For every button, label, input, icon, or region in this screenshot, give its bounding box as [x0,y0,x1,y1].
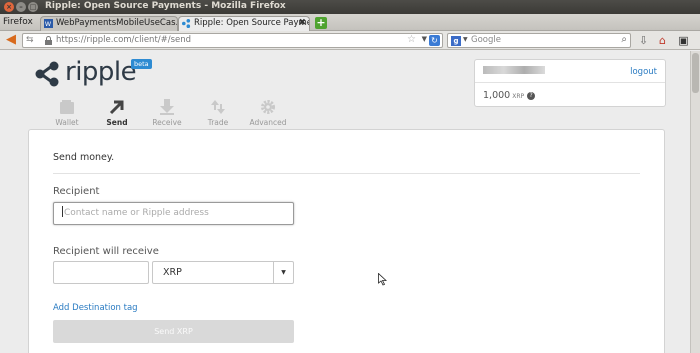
heading-divider [53,173,640,174]
w3c-icon: W [44,19,53,28]
balance-display: 1,000 XRP? [483,90,536,101]
window-close-button[interactable]: × [4,2,14,12]
tab-label: Ripple: Open Source Payments [194,18,309,28]
tab-label: WebPaymentsMobileUseCas... [56,18,178,28]
browser-nav-bar: ◀ ⇆ https://ripple.com/client/#/send ☆ ▼… [0,31,700,50]
ripple-icon [182,19,191,28]
bookmark-star-icon[interactable]: ☆ [407,34,416,45]
home-icon[interactable]: ⌂ [655,33,670,48]
balance-amount: 1,000 [483,90,511,101]
page-content: ripple beta Wallet Send Receive Trade Ad… [0,51,700,353]
help-icon[interactable]: ? [527,92,536,100]
new-tab-button[interactable]: + [315,17,327,29]
send-panel: Send money. Recipient Contact name or Ri… [28,129,665,353]
search-engine-icon[interactable]: g [451,36,461,46]
search-engine-dropdown-icon[interactable]: ▼ [463,36,468,43]
site-identity-icon[interactable]: ⇆ [26,35,34,45]
search-input[interactable]: Google [471,35,501,45]
mouse-pointer-icon [378,273,387,286]
back-arrow-icon[interactable]: ◀ [2,33,20,48]
nav-tab-send[interactable]: Send [97,99,137,127]
add-destination-tag-link[interactable]: Add Destination tag [53,303,138,313]
svg-text:W: W [45,21,52,28]
browser-tab-ripple[interactable]: Ripple: Open Source Payments ✖ [178,16,310,31]
currency-value: XRP [163,267,182,278]
send-arrow-icon [109,100,124,115]
send-button[interactable]: Send XRP [53,320,294,343]
text-cursor [62,206,63,217]
url-history-dropdown-icon[interactable]: ▼ [422,35,427,43]
chevron-down-icon[interactable]: ▼ [273,262,293,283]
ripple-logo-mark [35,61,59,87]
nav-tab-trade[interactable]: Trade [198,99,238,127]
reload-icon[interactable]: ↻ [429,35,440,46]
url-text[interactable]: https://ripple.com/client/#/send [56,35,191,45]
nav-tab-receive[interactable]: Receive [147,99,187,127]
search-bar[interactable]: g ▼ Google ⌕ [447,33,631,48]
balance-unit: XRP [512,93,525,100]
page-heading: Send money. [53,152,115,163]
receive-icon [160,99,174,115]
recipient-label: Recipient [53,186,100,197]
window-title-bar: × – □ Ripple: Open Source Payments - Moz… [0,0,700,14]
window-minimize-button[interactable]: – [16,2,26,12]
logout-link[interactable]: logout [630,67,657,77]
page-scrollbar[interactable] [690,51,700,353]
nav-tab-advanced[interactable]: Advanced [248,99,288,127]
url-bar[interactable]: ⇆ https://ripple.com/client/#/send ☆ ▼ ↻ [22,33,443,48]
recipient-input[interactable]: Contact name or Ripple address [53,202,294,225]
beta-badge: beta [131,59,152,69]
scrollbar-thumb[interactable] [692,53,699,93]
amount-input[interactable] [53,261,149,284]
trade-icon [211,100,225,114]
account-name-redacted [483,66,545,74]
account-box: logout 1,000 XRP? [474,59,666,107]
search-icon[interactable]: ⌕ [621,34,627,45]
gear-icon [261,100,275,114]
downloads-icon[interactable]: ⇩ [636,33,651,48]
recipient-placeholder: Contact name or Ripple address [64,208,209,218]
brand-name: ripple [65,57,137,87]
currency-select[interactable]: XRP ▼ [152,261,294,284]
browser-tab-strip: Firefox W WebPaymentsMobileUseCas... Rip… [0,14,700,31]
window-maximize-button[interactable]: □ [28,2,38,12]
firefox-menu-button[interactable]: Firefox [3,17,33,27]
account-divider [475,82,665,83]
tab-close-icon[interactable]: ✖ [298,17,306,30]
nav-tab-wallet[interactable]: Wallet [47,99,87,127]
window-title: Ripple: Open Source Payments - Mozilla F… [45,1,286,11]
lock-icon [45,36,52,45]
addon-icon[interactable]: ▣ [676,33,691,48]
amount-label: Recipient will receive [53,246,159,257]
browser-tab-webpayments[interactable]: W WebPaymentsMobileUseCas... [40,16,178,31]
wallet-icon [60,100,74,114]
